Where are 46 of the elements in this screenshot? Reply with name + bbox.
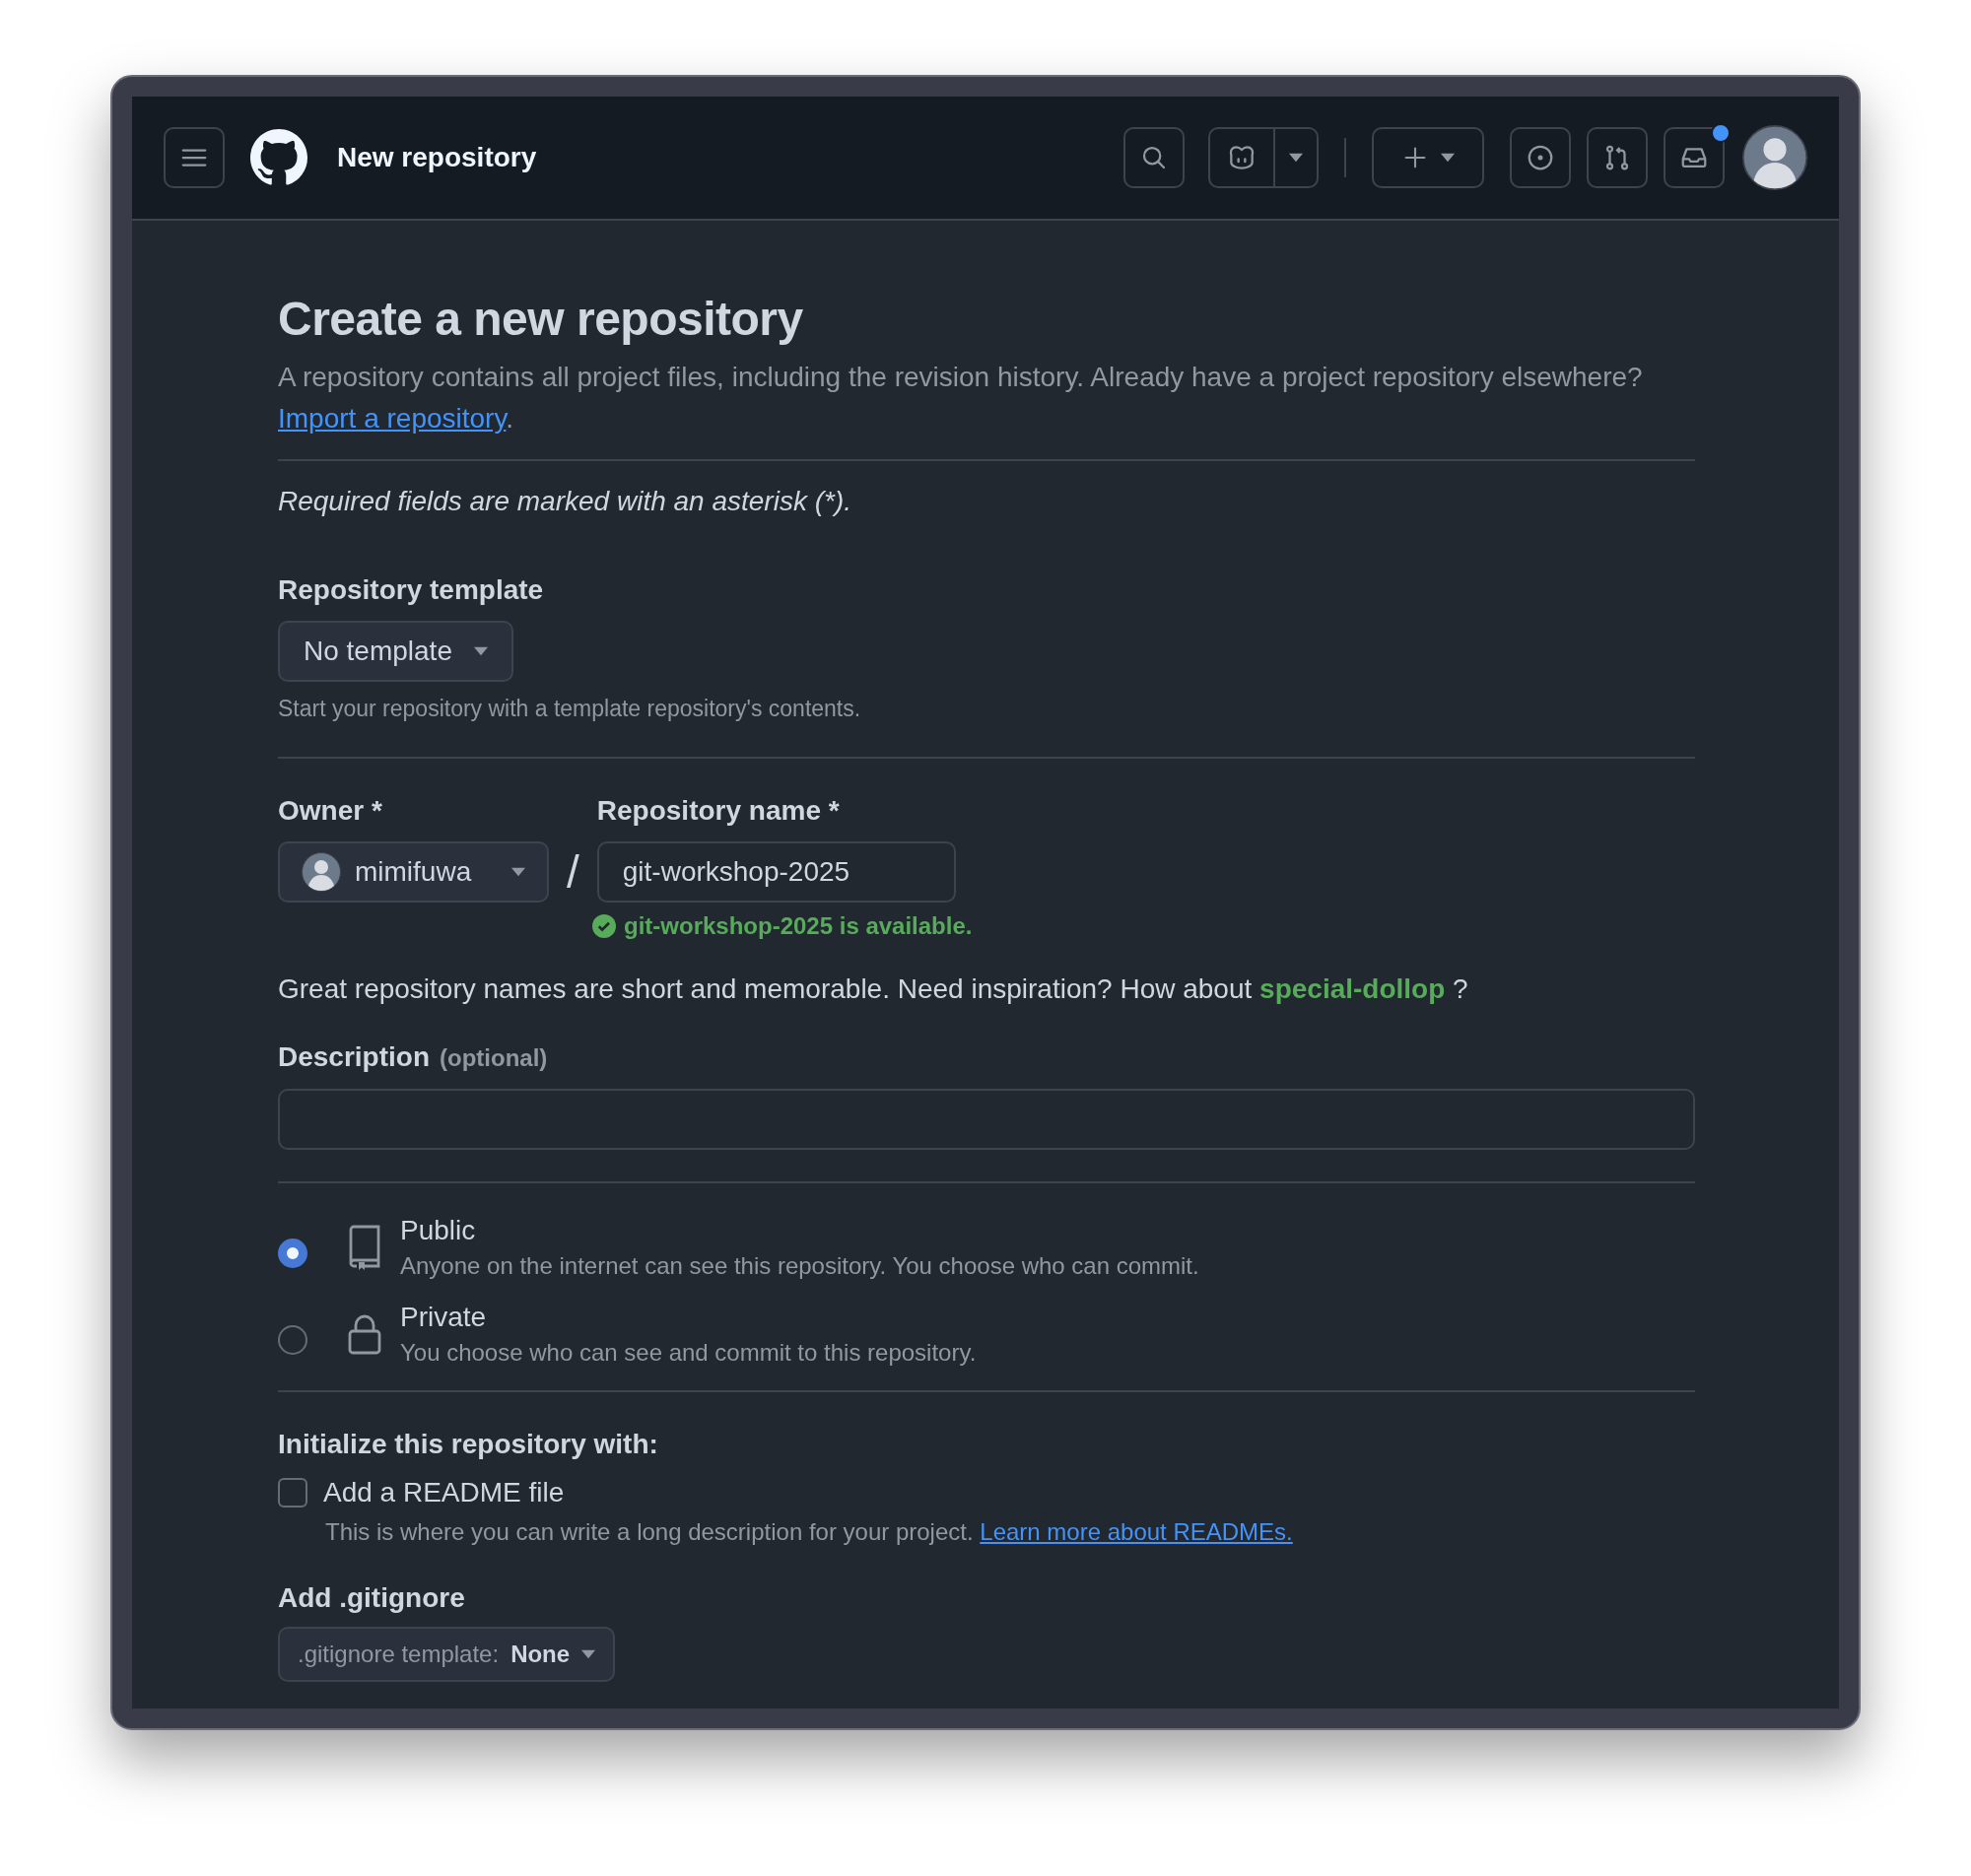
option-description: Anyone on the internet can see this repository. You choose who can commit. [400, 1251, 1199, 1281]
option-title: Private [400, 1301, 488, 1334]
checkbox-label: Add a README file [323, 1477, 565, 1508]
option-title: Public [400, 1214, 477, 1247]
field-label: Description [278, 1040, 431, 1074]
intro-text: A repository contains all project files, including the revision history. Already have a project repository elsewhere? Import a repository. [278, 361, 1644, 436]
gitignore-dropdown[interactable]: .gitignore template: None [278, 1627, 616, 1682]
checkbox[interactable] [278, 1478, 307, 1508]
avatar[interactable] [1742, 125, 1807, 190]
help-text: This is where you can write a long description for your project. Learn more about READMEs. [325, 1517, 1294, 1547]
suggested-name-link[interactable]: special-dollop [1259, 973, 1446, 1004]
import-link[interactable]: Import a repository [278, 403, 507, 434]
check-circle-icon [592, 914, 616, 938]
slash-separator: / [566, 845, 580, 900]
optional-hint: (optional) [440, 1043, 548, 1073]
section-heading: Add .gitignore [278, 1581, 466, 1615]
repository-name-field[interactable]: git-workshop-2025 [596, 841, 956, 903]
owner-dropdown[interactable]: mimifuwa [278, 841, 549, 903]
caret-icon [581, 1649, 596, 1659]
radio-button[interactable] [278, 1239, 307, 1268]
readme-link[interactable]: Learn more about READMEs. [980, 1518, 1293, 1545]
required-note: Required fields are marked with an asterisk (*). [278, 485, 852, 518]
suggestion-text: Great repository names are short and memorable. Need inspiration? How about special-dollop ? [278, 972, 1469, 1006]
logo-icon[interactable] [250, 129, 307, 186]
issues-button[interactable] [1510, 127, 1571, 188]
menu-button[interactable] [164, 127, 225, 188]
avatar [302, 852, 341, 892]
availability-message: git-workshop-2025 is available. [624, 912, 973, 940]
pull-requests-button[interactable] [1587, 127, 1648, 188]
field-label: Repository name * [596, 794, 841, 828]
search-button[interactable] [1123, 127, 1185, 188]
help-text: Start your repository with a template repository's contents. [278, 695, 862, 723]
section-heading: Initialize this repository with: [278, 1428, 659, 1461]
caret-icon [511, 867, 525, 877]
caret-icon [1441, 153, 1455, 163]
circle-dot-icon [1526, 143, 1555, 172]
description-field[interactable] [278, 1089, 1695, 1150]
page-heading: Create a new repository [278, 292, 804, 347]
page-title: New repository [337, 142, 537, 173]
template-dropdown[interactable]: No template [278, 621, 513, 682]
radio-button[interactable] [278, 1325, 307, 1355]
caret-icon [1289, 153, 1303, 163]
option-description: You choose who can see and commit to this repository. [400, 1338, 977, 1368]
caret-icon [473, 646, 488, 656]
field-label: Owner * [278, 794, 383, 828]
field-label: Repository template [278, 573, 545, 607]
